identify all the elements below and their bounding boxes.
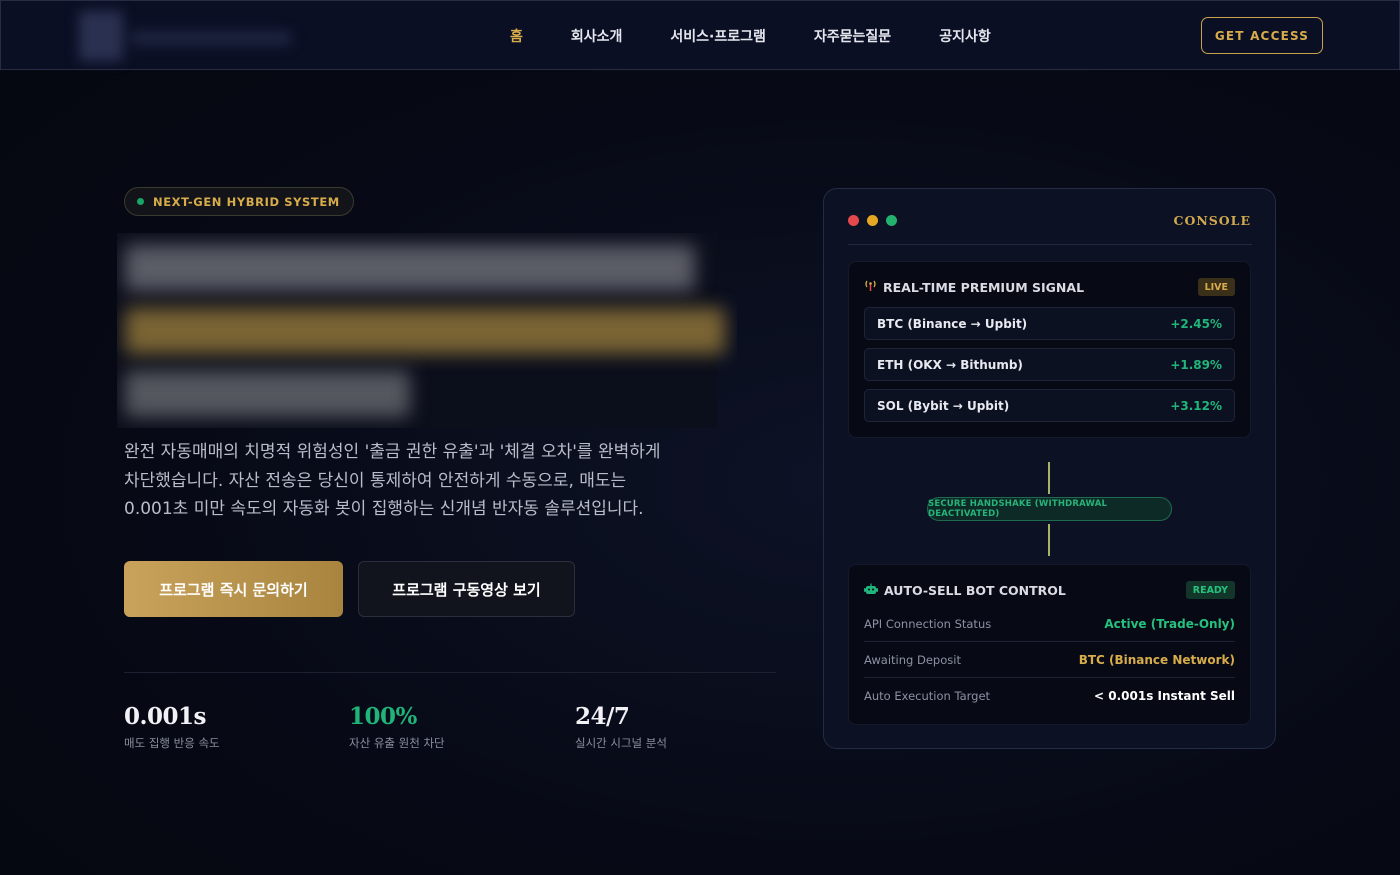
nav-item-about[interactable]: 회사소개 xyxy=(571,26,623,46)
signal-row[interactable]: BTC (Binance → Upbit) +2.45% xyxy=(864,307,1235,340)
nav-item-home[interactable]: 홈 xyxy=(510,26,523,46)
window-controls xyxy=(848,215,905,226)
stats-divider xyxy=(124,672,776,673)
bot-panel-header: AUTO-SELL BOT CONTROL xyxy=(864,583,1066,598)
bot-status-row: Auto Execution Target < 0.001s Instant S… xyxy=(864,678,1235,714)
signal-pair: BTC (Binance → Upbit) xyxy=(877,316,1028,331)
bot-status-row: API Connection Status Active (Trade-Only… xyxy=(864,606,1235,642)
bot-status-key: API Connection Status xyxy=(864,616,992,631)
top-navbar: 홈 회사소개 서비스·프로그램 자주묻는질문 공지사항 GET ACCESS xyxy=(0,0,1400,70)
bot-status-key: Awaiting Deposit xyxy=(864,652,961,667)
bot-status-value: < 0.001s Instant Sell xyxy=(1094,689,1235,703)
console-title: CONSOLE xyxy=(1173,213,1251,228)
signal-change: +3.12% xyxy=(1170,398,1222,413)
console-window: CONSOLE REAL-TIME PREMIUM SIGNAL LIVE BT… xyxy=(823,188,1276,749)
bot-status-value: Active (Trade-Only) xyxy=(1104,616,1235,631)
live-badge: LIVE xyxy=(1197,278,1235,296)
signal-row[interactable]: SOL (Bybit → Upbit) +3.12% xyxy=(864,389,1235,422)
bot-control-panel: AUTO-SELL BOT CONTROL READY API Connecti… xyxy=(848,564,1251,725)
hero-description: 완전 자동매매의 치명적 위험성인 '출금 권한 유출'과 '체결 오차'를 완… xyxy=(124,438,704,524)
secure-handshake-badge: SECURE HANDSHAKE (WITHDRAWAL DEACTIVATED… xyxy=(927,497,1172,521)
broadcast-icon xyxy=(864,280,877,295)
bot-status-row: Awaiting Deposit BTC (Binance Network) xyxy=(864,642,1235,678)
signal-panel-title: REAL-TIME PREMIUM SIGNAL xyxy=(883,280,1085,295)
hero-description-line: 완전 자동매매의 치명적 위험성인 '출금 권한 유출'과 '체결 오차'를 완… xyxy=(124,442,661,462)
signal-pair: ETH (OKX → Bithumb) xyxy=(877,357,1023,372)
hero-headline-redacted xyxy=(117,233,737,428)
bot-status-key: Auto Execution Target xyxy=(864,689,991,703)
stat-realtime: 24/7 실시간 시그널 분석 xyxy=(575,703,667,751)
stat-value: 100% xyxy=(349,703,417,730)
nav-item-faq[interactable]: 자주묻는질문 xyxy=(814,26,891,46)
get-access-button[interactable]: GET ACCESS xyxy=(1201,17,1323,54)
robot-icon xyxy=(864,583,878,598)
nav-item-notice[interactable]: 공지사항 xyxy=(939,26,991,46)
nav-item-services[interactable]: 서비스·프로그램 xyxy=(670,26,765,46)
console-divider xyxy=(848,244,1252,245)
minimize-dot-icon[interactable] xyxy=(867,215,878,226)
signal-pair: SOL (Bybit → Upbit) xyxy=(877,398,1010,413)
signal-change: +2.45% xyxy=(1170,316,1222,331)
nav-menu: 홈 회사소개 서비스·프로그램 자주묻는질문 공지사항 xyxy=(510,1,1039,71)
inquire-program-button[interactable]: 프로그램 즉시 문의하기 xyxy=(124,561,343,617)
maximize-dot-icon[interactable] xyxy=(886,215,897,226)
signal-panel: REAL-TIME PREMIUM SIGNAL LIVE BTC (Binan… xyxy=(848,261,1251,438)
signal-change: +1.89% xyxy=(1170,357,1222,372)
connector-line-bottom xyxy=(1048,524,1050,556)
stat-label: 실시간 시그널 분석 xyxy=(575,736,667,750)
status-dot-icon xyxy=(137,198,144,205)
hero-description-line: 0.001초 미만 속도의 자동화 봇이 집행하는 신개념 반자동 솔루션입니다… xyxy=(124,499,644,519)
watch-demo-button[interactable]: 프로그램 구동영상 보기 xyxy=(358,561,575,617)
stat-label: 자산 유출 원천 차단 xyxy=(349,736,445,750)
bot-status-value: BTC (Binance Network) xyxy=(1078,652,1235,667)
stat-value: 0.001s xyxy=(124,703,206,730)
brand-logo[interactable] xyxy=(79,11,299,61)
signal-panel-header: REAL-TIME PREMIUM SIGNAL xyxy=(864,280,1084,295)
hero-badge: NEXT-GEN HYBRID SYSTEM xyxy=(124,187,354,216)
signal-row[interactable]: ETH (OKX → Bithumb) +1.89% xyxy=(864,348,1235,381)
stat-label: 매도 집행 반응 속도 xyxy=(124,736,220,750)
stat-value: 24/7 xyxy=(575,703,630,730)
bot-panel-title: AUTO-SELL BOT CONTROL xyxy=(884,583,1066,598)
close-dot-icon[interactable] xyxy=(848,215,859,226)
hero-description-line: 차단했습니다. 자산 전송은 당신이 통제하여 안전하게 수동으로, 매도는 xyxy=(124,470,627,491)
stat-speed: 0.001s 매도 집행 반응 속도 xyxy=(124,703,220,751)
connector-line-top xyxy=(1048,462,1050,494)
hero-badge-label: NEXT-GEN HYBRID SYSTEM xyxy=(153,194,340,209)
ready-badge: READY xyxy=(1185,581,1235,599)
stat-protection: 100% 자산 유출 원천 차단 xyxy=(349,703,445,751)
